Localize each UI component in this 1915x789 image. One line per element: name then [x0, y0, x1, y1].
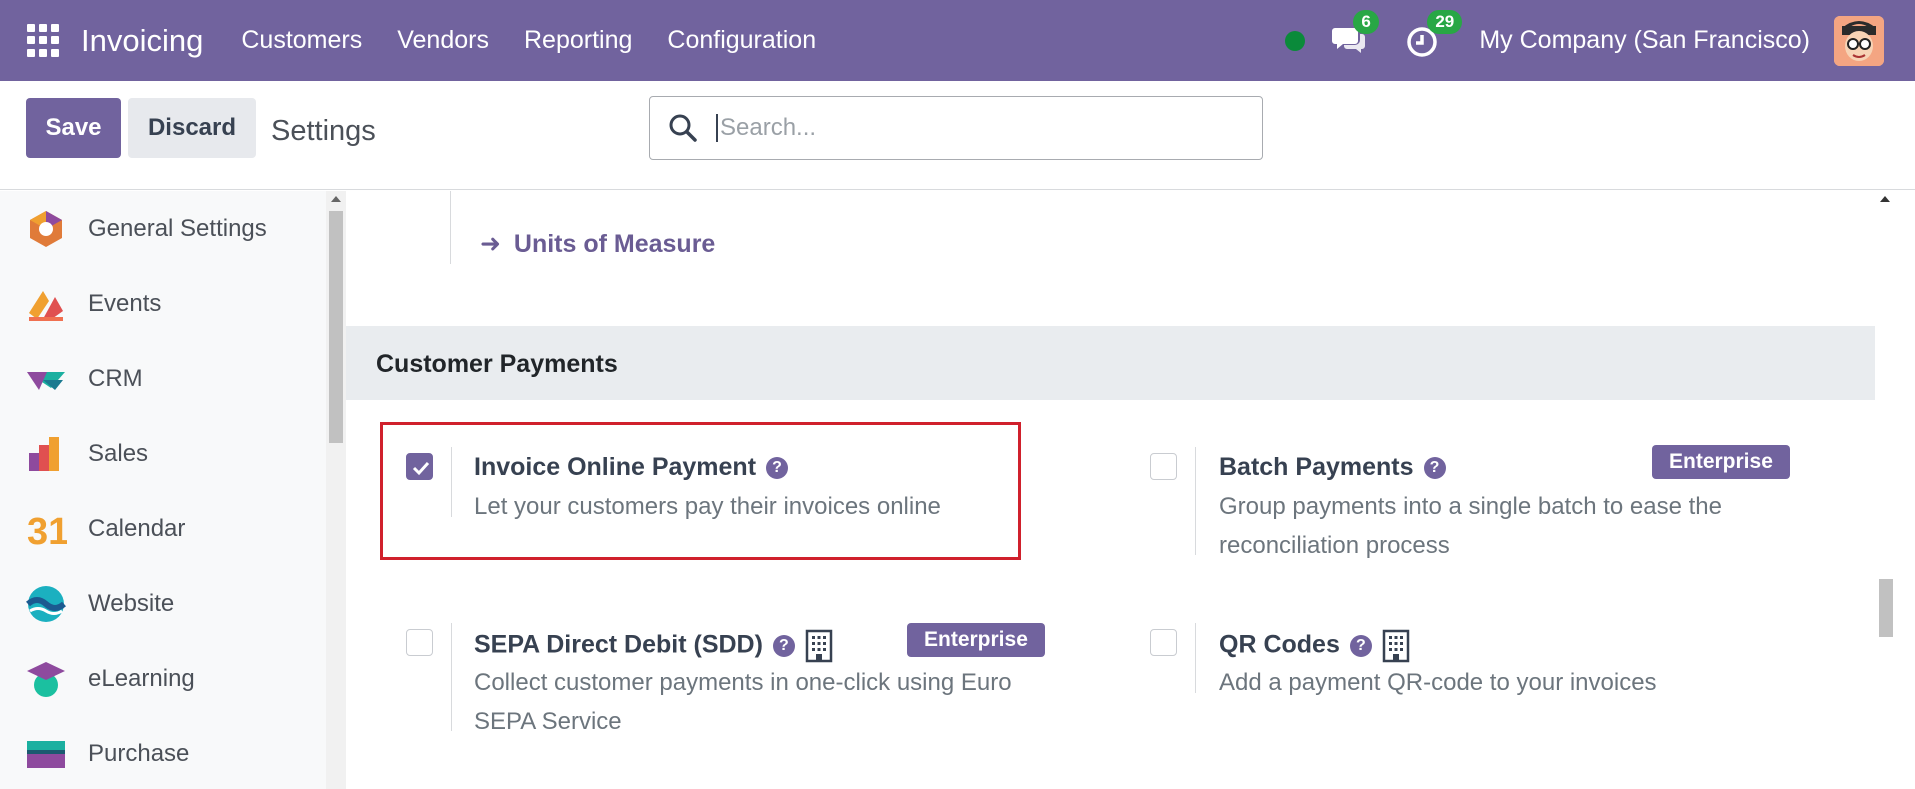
help-icon[interactable]: ? — [1423, 457, 1446, 480]
divider — [451, 623, 452, 731]
arrow-right-icon: ➜ — [480, 230, 501, 258]
sidebar-scrollbar[interactable] — [326, 191, 346, 789]
sidebar-item-label: General Settings — [88, 215, 267, 242]
divider — [450, 191, 451, 264]
scroll-up-arrow-icon[interactable] — [1880, 196, 1890, 202]
customer-payments-section-header: Customer Payments — [346, 326, 1895, 400]
app-brand[interactable]: Invoicing — [81, 23, 203, 59]
enterprise-badge[interactable]: Enterprise — [907, 623, 1045, 657]
setting-title-text: QR Codes — [1219, 630, 1340, 659]
events-icon — [29, 291, 63, 321]
crm-icon — [27, 372, 65, 390]
sepa-direct-debit-checkbox[interactable] — [406, 629, 433, 656]
calendar-icon: 31 — [27, 511, 67, 550]
sidebar-item-label: Purchase — [88, 740, 190, 767]
main-scrollbar[interactable] — [1875, 191, 1895, 789]
enterprise-badge[interactable]: Enterprise — [1652, 445, 1790, 479]
menu-vendors[interactable]: Vendors — [397, 26, 489, 55]
divider — [1195, 623, 1196, 693]
sidebar-item-label: Sales — [88, 440, 149, 467]
scroll-up-arrow-icon[interactable] — [331, 196, 341, 202]
user-avatar[interactable] — [1834, 15, 1884, 66]
settings-sidebar: General Settings Events CRM Sales 31 Cal… — [0, 191, 326, 789]
batch-payments-description: Group payments into a single batch to ea… — [1219, 493, 1722, 559]
control-panel: Save Discard Settings — [0, 81, 1915, 190]
divider — [1195, 447, 1196, 555]
qr-codes-title: QR Codes? — [1219, 629, 1410, 663]
invoice-online-payment-description: Let your customers pay their invoices on… — [474, 493, 941, 520]
sidebar-item-website[interactable]: Website — [0, 574, 326, 634]
main-scroll-thumb[interactable] — [1879, 579, 1893, 637]
discard-button[interactable]: Discard — [128, 98, 256, 158]
sidebar-item-label: Events — [88, 290, 162, 317]
building-icon — [805, 629, 833, 663]
batch-payments-title: Batch Payments? — [1219, 453, 1446, 482]
divider — [451, 447, 452, 517]
qr-codes-checkbox[interactable] — [1150, 629, 1177, 656]
elearning-icon — [27, 662, 65, 697]
activities-count-badge: 29 — [1427, 9, 1463, 34]
activities-button[interactable]: 29 — [1405, 9, 1463, 58]
setting-title-text: Invoice Online Payment — [474, 453, 757, 481]
setting-title-text: Batch Payments — [1219, 453, 1414, 481]
top-navbar: Invoicing Customers Vendors Reporting Co… — [0, 0, 1915, 81]
checkmark-icon — [412, 461, 430, 476]
settings-content: ➜ Units of Measure Customer Payments Inv… — [346, 191, 1895, 789]
website-icon — [26, 586, 66, 622]
sidebar-item-label: CRM — [88, 365, 143, 392]
page-title: Settings — [271, 115, 376, 147]
messages-button[interactable]: 6 — [1331, 9, 1379, 58]
sepa-direct-debit-title: SEPA Direct Debit (SDD)? — [474, 629, 833, 663]
menu-configuration[interactable]: Configuration — [667, 26, 816, 55]
purchase-icon — [27, 741, 65, 768]
sales-icon — [29, 437, 59, 471]
sidebar-item-events[interactable]: Events — [0, 274, 326, 334]
building-icon — [1382, 629, 1410, 663]
apps-grid-icon[interactable] — [27, 23, 61, 58]
sidebar-item-crm[interactable]: CRM — [0, 349, 326, 409]
company-switcher[interactable]: My Company (San Francisco) — [1479, 26, 1810, 55]
avatar-face-icon — [1834, 15, 1884, 66]
help-icon[interactable]: ? — [1349, 635, 1372, 657]
sidebar-item-sales[interactable]: Sales — [0, 424, 326, 484]
sidebar-item-elearning[interactable]: eLearning — [0, 649, 326, 709]
search-box[interactable] — [649, 96, 1263, 160]
batch-payments-checkbox[interactable] — [1150, 453, 1177, 480]
search-input[interactable] — [716, 114, 1236, 142]
help-icon[interactable]: ? — [772, 635, 795, 657]
invoice-online-payment-checkbox[interactable] — [406, 453, 433, 480]
section-title: Customer Payments — [376, 350, 618, 378]
sidebar-scroll-thumb[interactable] — [329, 211, 343, 443]
messages-count-badge: 6 — [1353, 9, 1379, 34]
help-icon[interactable]: ? — [766, 457, 789, 480]
online-status-icon — [1285, 30, 1306, 51]
sidebar-item-label: Website — [88, 590, 175, 617]
qr-codes-description: Add a payment QR-code to your invoices — [1219, 669, 1657, 696]
general-settings-icon — [30, 211, 62, 247]
search-icon — [669, 114, 697, 142]
setting-title-text: SEPA Direct Debit (SDD) — [474, 630, 763, 659]
units-of-measure-link[interactable]: ➜ Units of Measure — [480, 229, 715, 259]
sidebar-item-general-settings[interactable]: General Settings — [0, 199, 326, 259]
units-of-measure-label: Units of Measure — [513, 230, 716, 258]
sepa-direct-debit-description: Collect customer payments in one-click u… — [474, 669, 1012, 735]
menu-customers[interactable]: Customers — [241, 26, 362, 55]
sidebar-item-label: eLearning — [88, 665, 195, 692]
save-button[interactable]: Save — [26, 98, 121, 158]
sidebar-item-purchase[interactable]: Purchase — [0, 724, 326, 784]
invoice-online-payment-title: Invoice Online Payment? — [474, 453, 789, 482]
sidebar-item-label: Calendar — [88, 515, 186, 542]
sidebar-item-calendar[interactable]: 31 Calendar — [0, 499, 326, 559]
svg-text:31: 31 — [27, 511, 67, 550]
menu-reporting[interactable]: Reporting — [524, 26, 632, 55]
